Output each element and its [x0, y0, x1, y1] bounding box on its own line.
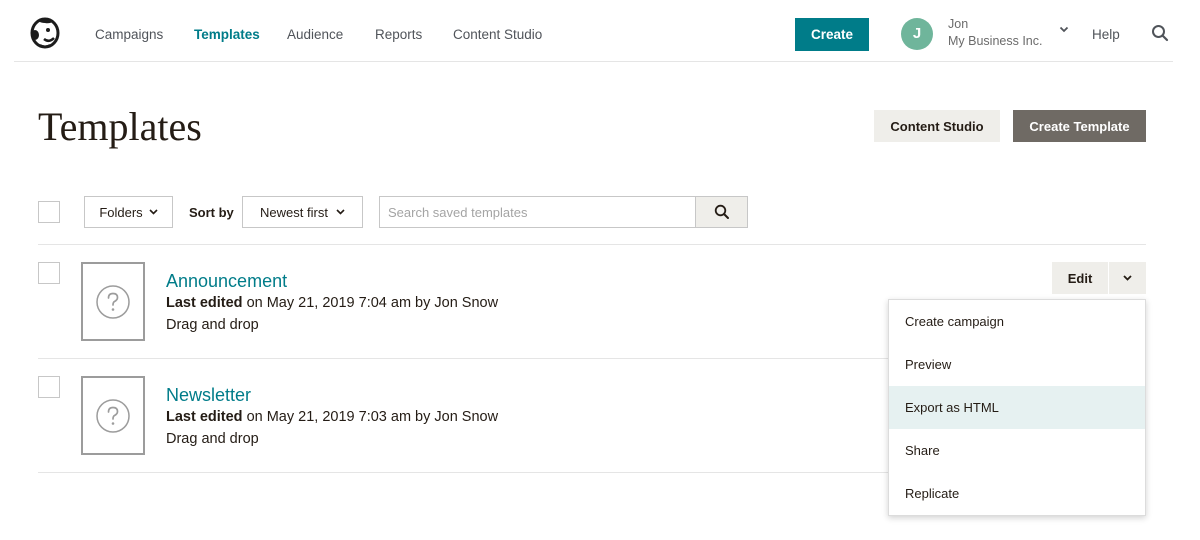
caret-down-icon: [149, 209, 158, 215]
template-thumbnail[interactable]: [81, 376, 145, 455]
last-edited-label: Last edited: [166, 409, 243, 425]
avatar[interactable]: J: [901, 18, 933, 50]
menu-item-preview[interactable]: Preview: [889, 343, 1145, 386]
menu-item-create-campaign[interactable]: Create campaign: [889, 300, 1145, 343]
template-type: Drag and drop: [166, 431, 259, 447]
menu-item-export-html[interactable]: Export as HTML: [889, 386, 1145, 429]
template-type: Drag and drop: [166, 317, 259, 333]
last-edited-details: on May 21, 2019 7:03 am by Jon Snow: [242, 409, 499, 425]
template-last-edited: Last edited on May 21, 2019 7:03 am by J…: [166, 409, 498, 425]
nav-audience[interactable]: Audience: [287, 27, 343, 42]
template-last-edited: Last edited on May 21, 2019 7:04 am by J…: [166, 295, 498, 311]
template-thumbnail[interactable]: [81, 262, 145, 341]
row-checkbox[interactable]: [38, 376, 60, 398]
content-studio-button[interactable]: Content Studio: [874, 110, 1000, 142]
nav-reports[interactable]: Reports: [375, 27, 422, 42]
nav-help[interactable]: Help: [1092, 27, 1120, 42]
select-all-checkbox[interactable]: [38, 201, 60, 223]
sort-value: Newest first: [260, 204, 328, 220]
search-icon[interactable]: [1151, 24, 1169, 42]
nav-campaigns[interactable]: Campaigns: [95, 27, 163, 42]
chevron-down-icon: [1123, 275, 1132, 281]
search-button[interactable]: [695, 196, 748, 228]
search-input[interactable]: [379, 196, 696, 228]
template-actions-menu: Create campaign Preview Export as HTML S…: [888, 299, 1146, 516]
nav-templates[interactable]: Templates: [194, 27, 260, 42]
caret-down-icon: [336, 209, 345, 215]
divider: [38, 244, 1146, 245]
create-template-button[interactable]: Create Template: [1013, 110, 1146, 142]
top-navigation: Campaigns Templates Audience Reports Con…: [14, 0, 1173, 62]
sort-select[interactable]: Newest first: [242, 196, 363, 228]
edit-button[interactable]: Edit: [1052, 262, 1108, 294]
template-name-link[interactable]: Announcement: [166, 271, 287, 292]
folders-label: Folders: [99, 204, 143, 220]
nav-content-studio[interactable]: Content Studio: [453, 27, 542, 42]
question-mark-icon: [96, 398, 130, 433]
template-name-link[interactable]: Newsletter: [166, 385, 251, 406]
menu-item-replicate[interactable]: Replicate: [889, 472, 1145, 515]
create-button[interactable]: Create: [795, 18, 869, 51]
chevron-down-icon[interactable]: [1057, 22, 1071, 36]
account-name[interactable]: Jon: [948, 17, 968, 31]
menu-item-share[interactable]: Share: [889, 429, 1145, 472]
search-icon: [714, 204, 729, 219]
account-organization[interactable]: My Business Inc.: [948, 34, 1042, 48]
sort-by-label: Sort by: [189, 205, 234, 220]
freddie-logo-icon[interactable]: [28, 15, 62, 51]
last-edited-details: on May 21, 2019 7:04 am by Jon Snow: [242, 295, 499, 311]
folders-dropdown[interactable]: Folders: [84, 196, 173, 228]
question-mark-icon: [96, 284, 130, 319]
last-edited-label: Last edited: [166, 295, 243, 311]
row-checkbox[interactable]: [38, 262, 60, 284]
edit-menu-toggle[interactable]: [1109, 262, 1146, 294]
page-title: Templates: [38, 104, 202, 149]
